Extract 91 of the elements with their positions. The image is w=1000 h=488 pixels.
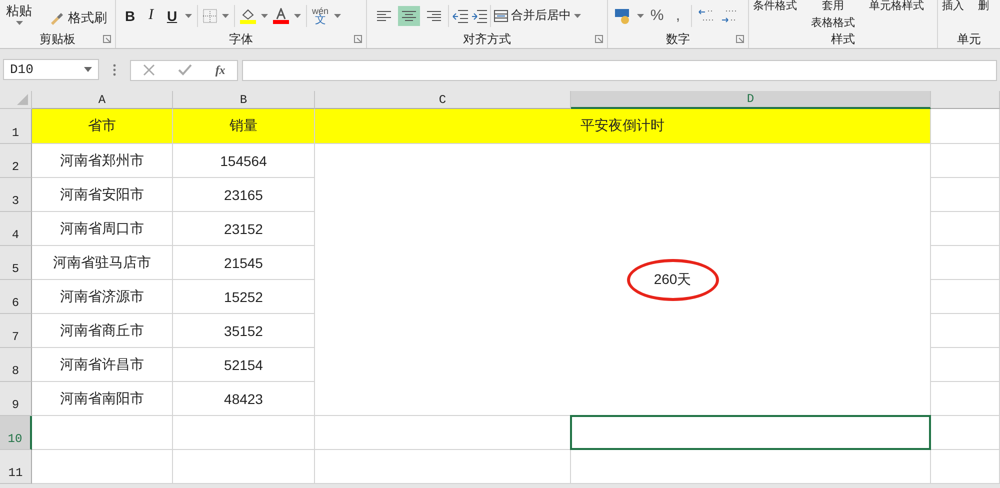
column-header[interactable]: D — [571, 91, 931, 109]
merge-cells-icon — [494, 10, 508, 22]
dialog-launcher-icon[interactable] — [103, 35, 111, 43]
table-cell: 48423 — [173, 382, 315, 416]
align-icon[interactable] — [398, 6, 420, 26]
row-header[interactable]: 11 — [0, 450, 32, 484]
group-label: 剪贴板 — [40, 31, 76, 48]
caret-icon[interactable] — [334, 14, 341, 18]
merge-center-button[interactable]: 合并后居中 — [494, 7, 571, 24]
brush-icon — [49, 10, 65, 24]
insert-function-button[interactable]: fx — [215, 62, 226, 78]
row-header[interactable]: 1 — [0, 109, 32, 144]
underline-button[interactable]: U — [164, 8, 180, 24]
title-cell: 平安夜倒计时 — [315, 109, 931, 144]
column-header[interactable]: C — [315, 91, 571, 109]
empty-cell — [931, 382, 1000, 416]
table-cell: 河南省郑州市 — [32, 144, 173, 178]
active-cell[interactable] — [570, 415, 931, 450]
borders-icon[interactable] — [203, 8, 217, 22]
table-cell: 河南省许昌市 — [32, 348, 173, 382]
dialog-launcher-icon[interactable] — [736, 35, 744, 43]
group-label: 单元 — [957, 31, 981, 48]
table-cell: 河南省周口市 — [32, 212, 173, 246]
format-as-table-button[interactable]: 套用 表格格式 — [811, 0, 855, 30]
empty-cell — [931, 450, 1000, 484]
check-icon[interactable] — [178, 64, 192, 76]
caret-icon[interactable] — [574, 14, 581, 18]
row-header[interactable]: 2 — [0, 144, 32, 178]
name-box[interactable]: D10 — [3, 59, 99, 80]
row-header[interactable]: 9 — [0, 382, 32, 416]
insert-button[interactable]: 插入 — [942, 0, 964, 13]
row-header[interactable]: 8 — [0, 348, 32, 382]
row-header[interactable]: 6 — [0, 280, 32, 314]
table-cell: 河南省驻马店市 — [32, 246, 173, 280]
group-label: 样式 — [831, 31, 855, 48]
row-header[interactable]: 10 — [0, 416, 32, 450]
more-icon[interactable] — [113, 64, 116, 76]
increase-indent-icon[interactable] — [471, 8, 487, 22]
table-cell: 23165 — [173, 178, 315, 212]
table-cell: 23152 — [173, 212, 315, 246]
caret-icon[interactable] — [261, 14, 268, 18]
cell-reference: D10 — [10, 62, 34, 77]
dropdown-icon[interactable] — [84, 67, 92, 72]
table-cell: 河南省南阳市 — [32, 382, 173, 416]
table-cell: 河南省安阳市 — [32, 178, 173, 212]
table-cell: 河南省商丘市 — [32, 314, 173, 348]
column-header[interactable]: B — [173, 91, 315, 109]
header-cell: 销量 — [173, 109, 315, 144]
caret-icon[interactable] — [16, 20, 22, 24]
row-header[interactable]: 7 — [0, 314, 32, 348]
table-cell: 21545 — [173, 246, 315, 280]
decrease-indent-icon[interactable] — [452, 8, 468, 22]
decrease-decimal-icon[interactable] — [720, 8, 738, 24]
percent-button[interactable]: % — [649, 7, 665, 24]
formula-input[interactable] — [242, 60, 997, 80]
row-header[interactable]: 4 — [0, 212, 32, 246]
group-label: 字体 — [229, 31, 253, 48]
increase-decimal-icon[interactable] — [697, 8, 715, 24]
dialog-launcher-icon[interactable] — [354, 35, 362, 43]
row-header[interactable]: 5 — [0, 246, 32, 280]
paste-button[interactable]: 粘贴 — [6, 4, 32, 16]
currency-icon[interactable] — [614, 6, 632, 24]
format-painter-button[interactable]: 格式刷 — [49, 8, 107, 26]
cell-styles-button[interactable]: 单元格样式 — [869, 0, 924, 13]
header-cell: 省市 — [32, 109, 173, 144]
row-header[interactable]: 3 — [0, 178, 32, 212]
table-cell: 154564 — [173, 144, 315, 178]
font-color-icon[interactable] — [273, 8, 289, 24]
countdown-text: 260天 — [654, 270, 692, 288]
fill-color-icon[interactable] — [240, 8, 256, 24]
comma-style-button[interactable]: , — [670, 7, 686, 24]
table-cell: 15252 — [173, 280, 315, 314]
table-cell: 河南省济源市 — [32, 280, 173, 314]
column-header[interactable]: A — [32, 91, 173, 109]
caret-icon[interactable] — [222, 14, 229, 18]
table-cell: 52154 — [173, 348, 315, 382]
empty-cell — [931, 416, 1000, 450]
conditional-format-button[interactable]: 条件格式 — [753, 0, 797, 13]
cancel-icon[interactable] — [142, 64, 155, 76]
dialog-launcher-icon[interactable] — [595, 35, 603, 43]
group-label: 对齐方式 — [463, 31, 511, 48]
bold-button[interactable]: B — [122, 8, 138, 24]
caret-icon[interactable] — [294, 14, 301, 18]
caret-icon[interactable] — [185, 14, 192, 18]
table-cell: 35152 — [173, 314, 315, 348]
caret-icon[interactable] — [637, 14, 644, 18]
italic-button[interactable]: I — [143, 7, 159, 24]
group-label: 数字 — [666, 31, 690, 48]
delete-button[interactable]: 删 — [978, 0, 989, 13]
triangle-icon — [17, 94, 28, 105]
phonetic-button[interactable]: wén 文 — [312, 6, 329, 24]
